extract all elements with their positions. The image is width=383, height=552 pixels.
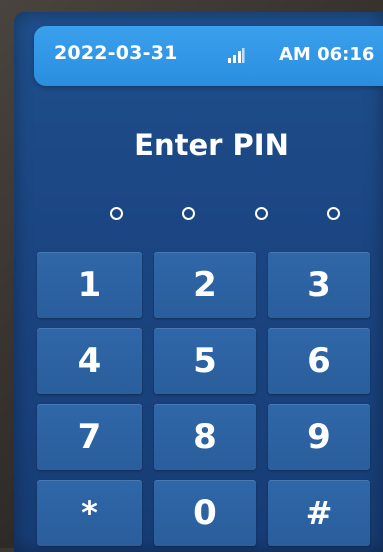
key-5[interactable]: 5: [154, 328, 256, 394]
pin-indicator: [110, 202, 340, 226]
key-0[interactable]: 0: [154, 480, 256, 546]
pin-dot-2: [182, 207, 196, 220]
keypad: 1 2 3 4 5 6 7 8 9 * 0 #: [37, 252, 383, 546]
key-8[interactable]: 8: [154, 404, 256, 470]
key-2[interactable]: 2: [154, 252, 256, 318]
key-9[interactable]: 9: [268, 404, 370, 470]
key-hash[interactable]: #: [268, 480, 370, 546]
signal-icon: [227, 48, 245, 64]
key-4[interactable]: 4: [37, 328, 142, 394]
keypad-screen: 2022-03-31 AM 06:16 Enter PIN 1 2 3 4 5 …: [14, 12, 383, 552]
status-bar: 2022-03-31 AM 06:16: [34, 26, 383, 86]
pin-dot-3: [254, 207, 268, 220]
page-title: Enter PIN: [134, 128, 289, 162]
key-7[interactable]: 7: [37, 404, 142, 470]
status-date: 2022-03-31: [54, 42, 178, 64]
key-6[interactable]: 6: [268, 328, 370, 394]
status-time: AM 06:16: [279, 44, 375, 65]
key-3[interactable]: 3: [268, 252, 370, 318]
pin-dot-1: [110, 207, 123, 220]
pin-dot-4: [326, 207, 340, 220]
key-star[interactable]: *: [37, 480, 142, 546]
key-1[interactable]: 1: [37, 252, 142, 318]
